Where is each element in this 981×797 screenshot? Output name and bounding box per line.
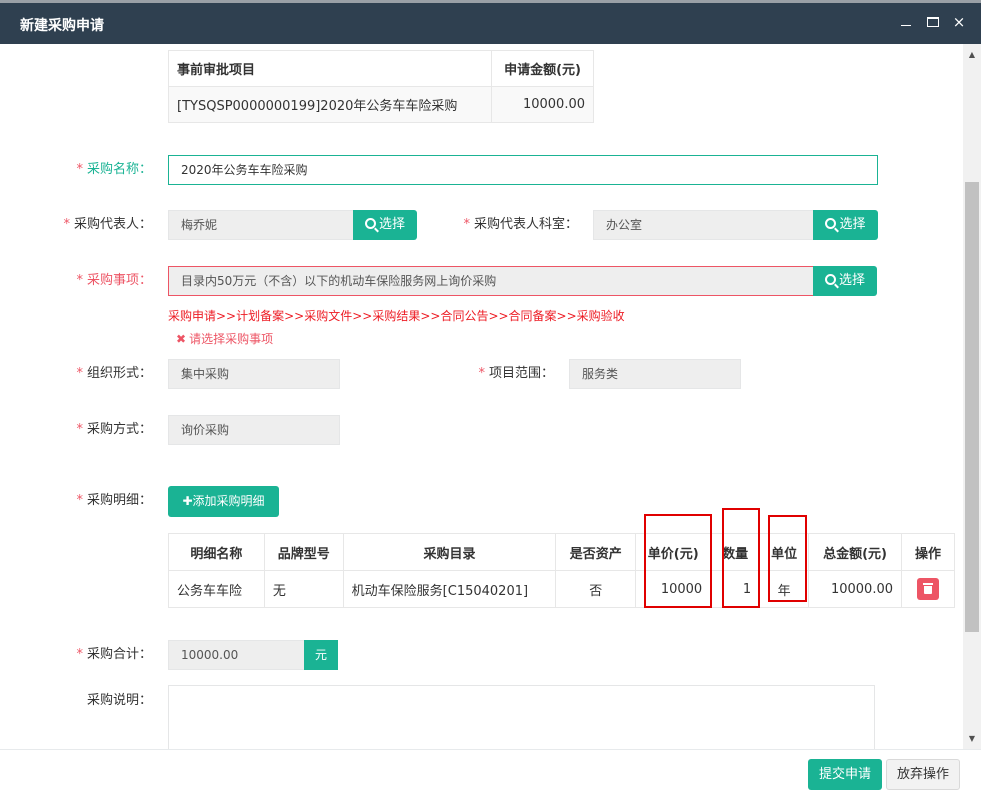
header-brand: 品牌型号 [263,533,344,571]
validation-error: ✖ 请选择采购事项 [176,332,274,346]
required-mark: * [463,217,470,232]
process-flow-text: 采购申请>>计划备案>>采购文件>>采购结果>>合同公告>>合同备案>>采购验收 [168,309,625,323]
total-label: * 采购合计： [76,647,152,662]
currency-unit-addon: 元 [304,640,338,670]
dialog-body: 事前审批项目 申请金额(元) [TYSQSP0000000199]2020年公务… [0,44,963,749]
cell-is-asset: 否 [555,570,637,608]
scroll-up-icon[interactable]: ▲ [963,48,981,62]
required-mark: * [478,366,485,381]
cell-project: [TYSQSP0000000199]2020年公务车车险采购 [167,86,493,123]
detail-table: 明细名称 品牌型号 采购目录 是否资产 单价(元) 数量 单位 总金额(元) 操… [168,533,955,608]
name-label: * 采购名称： [76,162,152,177]
table-row: 公务车车险 无 机动车保险服务[C15040201] 否 10000 1 年 1… [168,570,955,608]
header-action: 操作 [901,533,955,571]
cell-amount: 10000.00 [491,86,594,123]
vertical-scrollbar[interactable]: ▲ ▼ [963,44,981,749]
trash-icon[interactable] [917,578,939,600]
header-name: 明细名称 [168,533,265,571]
total-input[interactable]: 10000.00 [168,640,305,670]
remark-textarea[interactable] [168,685,875,749]
rep-dept-select-button[interactable]: 选择 [813,210,878,240]
required-mark: * [76,162,83,177]
error-x-icon: ✖ [176,332,187,346]
required-mark: * [63,217,70,232]
scope-input[interactable]: 服务类 [569,359,741,389]
table-header-row: 明细名称 品牌型号 采购目录 是否资产 单价(元) 数量 单位 总金额(元) 操… [168,533,955,571]
method-input[interactable]: 询价采购 [168,415,340,445]
table-row: [TYSQSP0000000199]2020年公务车车险采购 10000.00 [167,86,594,123]
header-total: 总金额(元) [808,533,902,571]
highlight-box-qty [722,508,760,608]
cancel-button[interactable]: 放弃操作 [886,759,960,790]
search-icon [825,218,837,229]
add-detail-button[interactable]: ✚添加采购明细 [168,486,279,517]
cell-catalog: 机动车保险服务[C15040201] [342,570,557,608]
cell-brand: 无 [263,570,344,608]
table-header-row: 事前审批项目 申请金额(元) [167,50,594,87]
rep-input[interactable]: 梅乔妮 [168,210,354,240]
matter-select-button[interactable]: 选择 [813,266,877,296]
cell-total: 10000.00 [808,570,902,608]
scroll-thumb[interactable] [965,182,979,632]
details-label: * 采购明细： [76,493,152,508]
search-icon [824,274,836,285]
matter-label: * 采购事项： [76,273,152,288]
highlight-box-unit-price [644,514,712,608]
matter-input[interactable]: 目录内50万元（不含）以下的机动车保险服务网上询价采购 [168,266,814,296]
search-icon [364,218,376,229]
header-amount: 申请金额(元) [491,50,594,87]
cell-name: 公务车车险 [168,570,265,608]
method-label: * 采购方式： [76,422,152,437]
remark-label: 采购说明： [86,693,152,708]
pre-approval-table: 事前审批项目 申请金额(元) [TYSQSP0000000199]2020年公务… [167,50,594,123]
rep-select-button[interactable]: 选择 [353,210,417,240]
required-mark: * [76,273,83,288]
rep-dept-label: * 采购代表人科室： [463,217,578,232]
submit-button[interactable]: 提交申请 [808,759,882,790]
maximize-icon[interactable] [924,13,942,31]
close-icon[interactable]: × [950,13,968,31]
purchase-name-input[interactable]: 2020年公务车车险采购 [168,155,878,185]
org-label: * 组织形式： [76,366,152,381]
org-input[interactable]: 集中采购 [168,359,340,389]
required-mark: * [76,493,83,508]
required-mark: * [76,647,83,662]
highlight-box-unit [768,515,807,602]
scroll-down-icon[interactable]: ▼ [963,732,981,746]
dialog-footer: 提交申请 放弃操作 [0,749,981,797]
plus-icon: ✚ [182,494,193,508]
header-project: 事前审批项目 [167,50,493,87]
required-mark: * [76,422,83,437]
cell-action [901,570,955,608]
dialog-titlebar: 新建采购申请 × [0,3,981,44]
header-catalog: 采购目录 [342,533,557,571]
header-is-asset: 是否资产 [555,533,637,571]
minimize-icon[interactable] [897,13,915,31]
rep-dept-input[interactable]: 办公室 [593,210,814,240]
dialog-title: 新建采购申请 [20,18,104,34]
rep-label: * 采购代表人： [63,217,152,232]
required-mark: * [76,366,83,381]
scope-label: * 项目范围： [478,366,554,381]
